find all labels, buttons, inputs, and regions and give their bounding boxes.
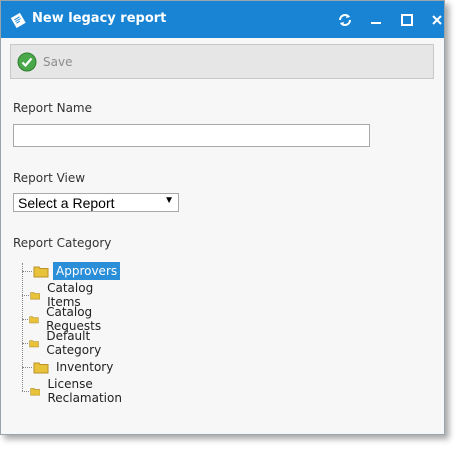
tree-item-label: Inventory	[56, 360, 114, 374]
tree-connector	[22, 342, 29, 344]
report-name-input[interactable]	[13, 124, 370, 147]
title-bar[interactable]: New legacy report	[1, 1, 444, 38]
check-circle-icon	[17, 52, 37, 72]
minimize-icon	[371, 22, 381, 24]
folder-icon	[29, 339, 40, 347]
report-name-label: Report Name	[13, 101, 92, 115]
report-page-icon	[10, 12, 26, 28]
tree-item-default-category[interactable]: Default Category	[22, 329, 114, 357]
folder-icon	[30, 387, 41, 396]
window-title: New legacy report	[32, 11, 167, 26]
save-label: Save	[43, 55, 73, 69]
folder-icon	[29, 291, 40, 299]
tree-connector	[22, 366, 32, 368]
tree-connector	[22, 390, 29, 392]
refresh-icon	[339, 14, 351, 26]
tree-item-label: Default Category	[46, 329, 102, 357]
tree-item-license-reclamation[interactable]: License Reclamation	[22, 377, 134, 405]
maximize-icon	[401, 14, 413, 26]
refresh-button[interactable]	[334, 9, 356, 31]
minimize-button[interactable]	[365, 9, 387, 31]
close-icon	[432, 15, 442, 25]
toolbar: Save	[10, 44, 434, 79]
report-view-label: Report View	[13, 171, 86, 185]
report-category-label: Report Category	[13, 236, 112, 250]
close-button[interactable]	[426, 9, 448, 31]
dropdown-arrow-icon: ▼	[164, 195, 174, 206]
maximize-button[interactable]	[396, 9, 418, 31]
tree-connector	[22, 294, 29, 296]
folder-icon	[33, 362, 49, 373]
tree-item-label: Approvers	[53, 262, 121, 280]
report-view-select[interactable]: Select a Report ▼	[13, 193, 179, 212]
tree-connector	[22, 318, 29, 320]
tree-item-label: License Reclamation	[47, 377, 122, 405]
folder-icon	[33, 266, 49, 277]
save-button[interactable]: Save	[17, 51, 72, 73]
report-view-selected: Select a Report	[18, 195, 115, 211]
dialog-window: New legacy report Save Report Name Repor…	[0, 0, 445, 435]
folder-icon	[29, 315, 39, 323]
tree-connector	[22, 270, 32, 272]
